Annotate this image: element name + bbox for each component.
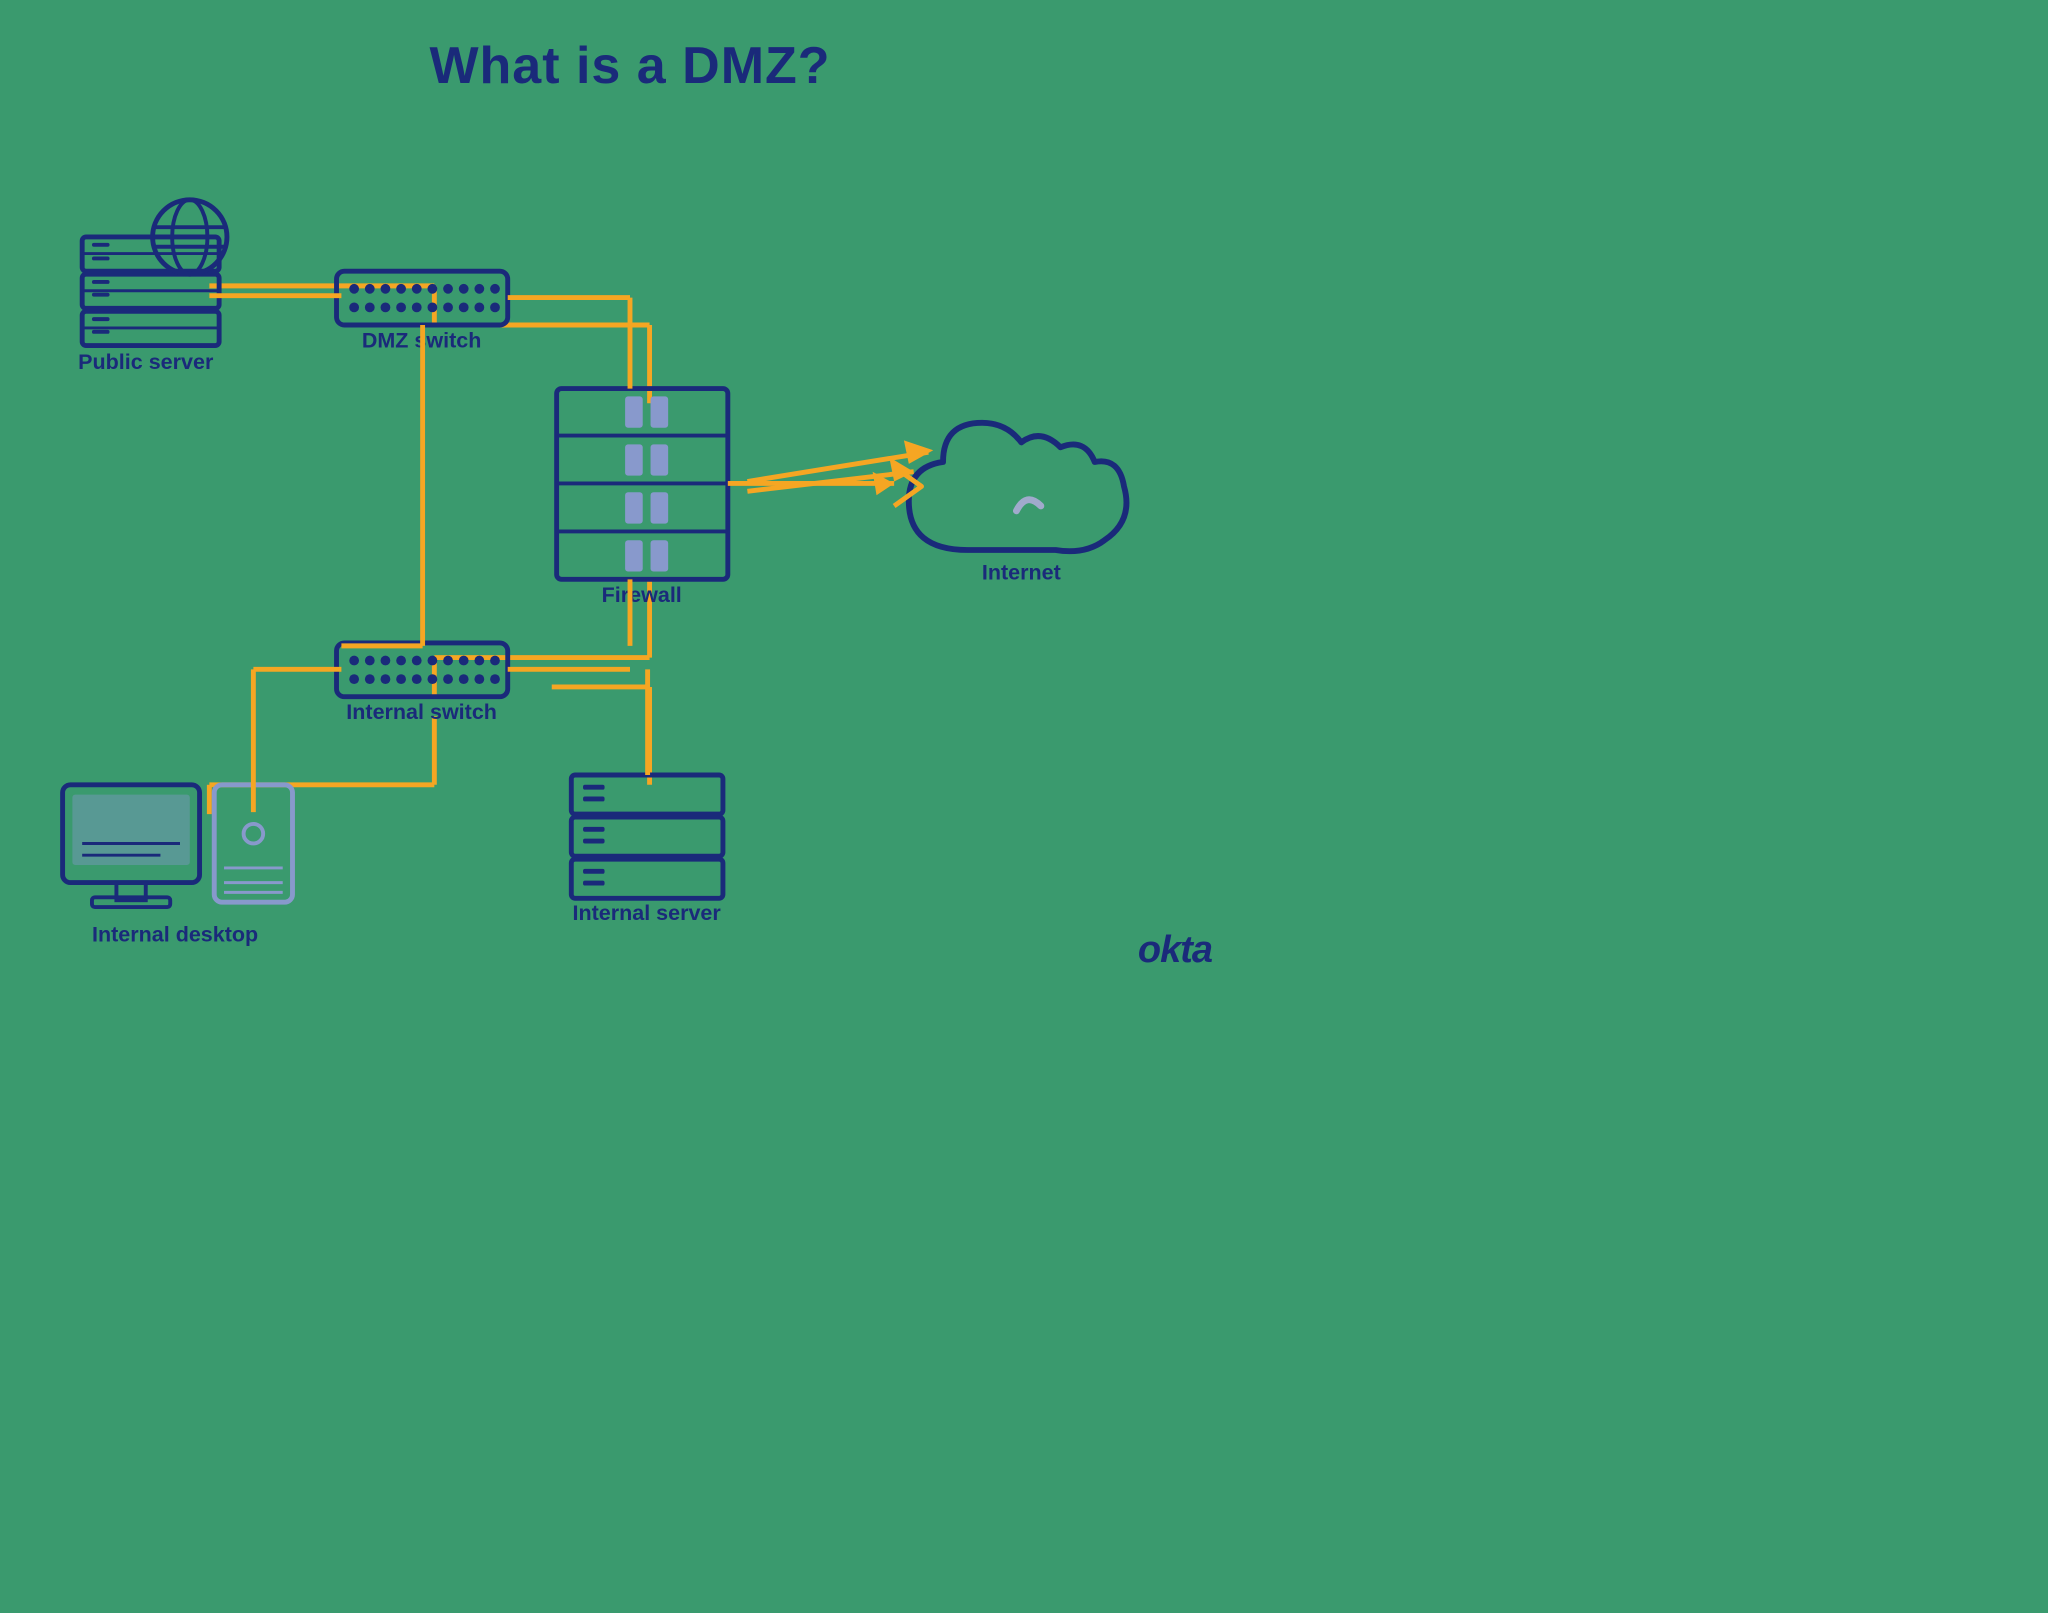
internal-server-icon: Internal server	[571, 775, 723, 925]
page-title: What is a DMZ?	[0, 0, 1260, 96]
internal-desktop-icon: Internal desktop	[63, 785, 293, 947]
diagram-area: Public server DMZ switch	[0, 100, 1260, 1000]
public-server-icon: Public server	[78, 200, 227, 374]
svg-text:Internal switch: Internal switch	[346, 700, 497, 724]
svg-text:Public server: Public server	[78, 350, 214, 374]
internet-icon: Internet	[909, 423, 1127, 585]
firewall-icon: Firewall	[557, 389, 728, 607]
internal-switch-icon: Internal switch	[337, 643, 508, 724]
svg-text:Internal server: Internal server	[572, 901, 721, 925]
okta-logo: okta	[1138, 929, 1212, 972]
svg-text:Firewall: Firewall	[602, 583, 682, 607]
svg-text:Internet: Internet	[982, 560, 1061, 584]
svg-text:Internal desktop: Internal desktop	[92, 922, 258, 946]
